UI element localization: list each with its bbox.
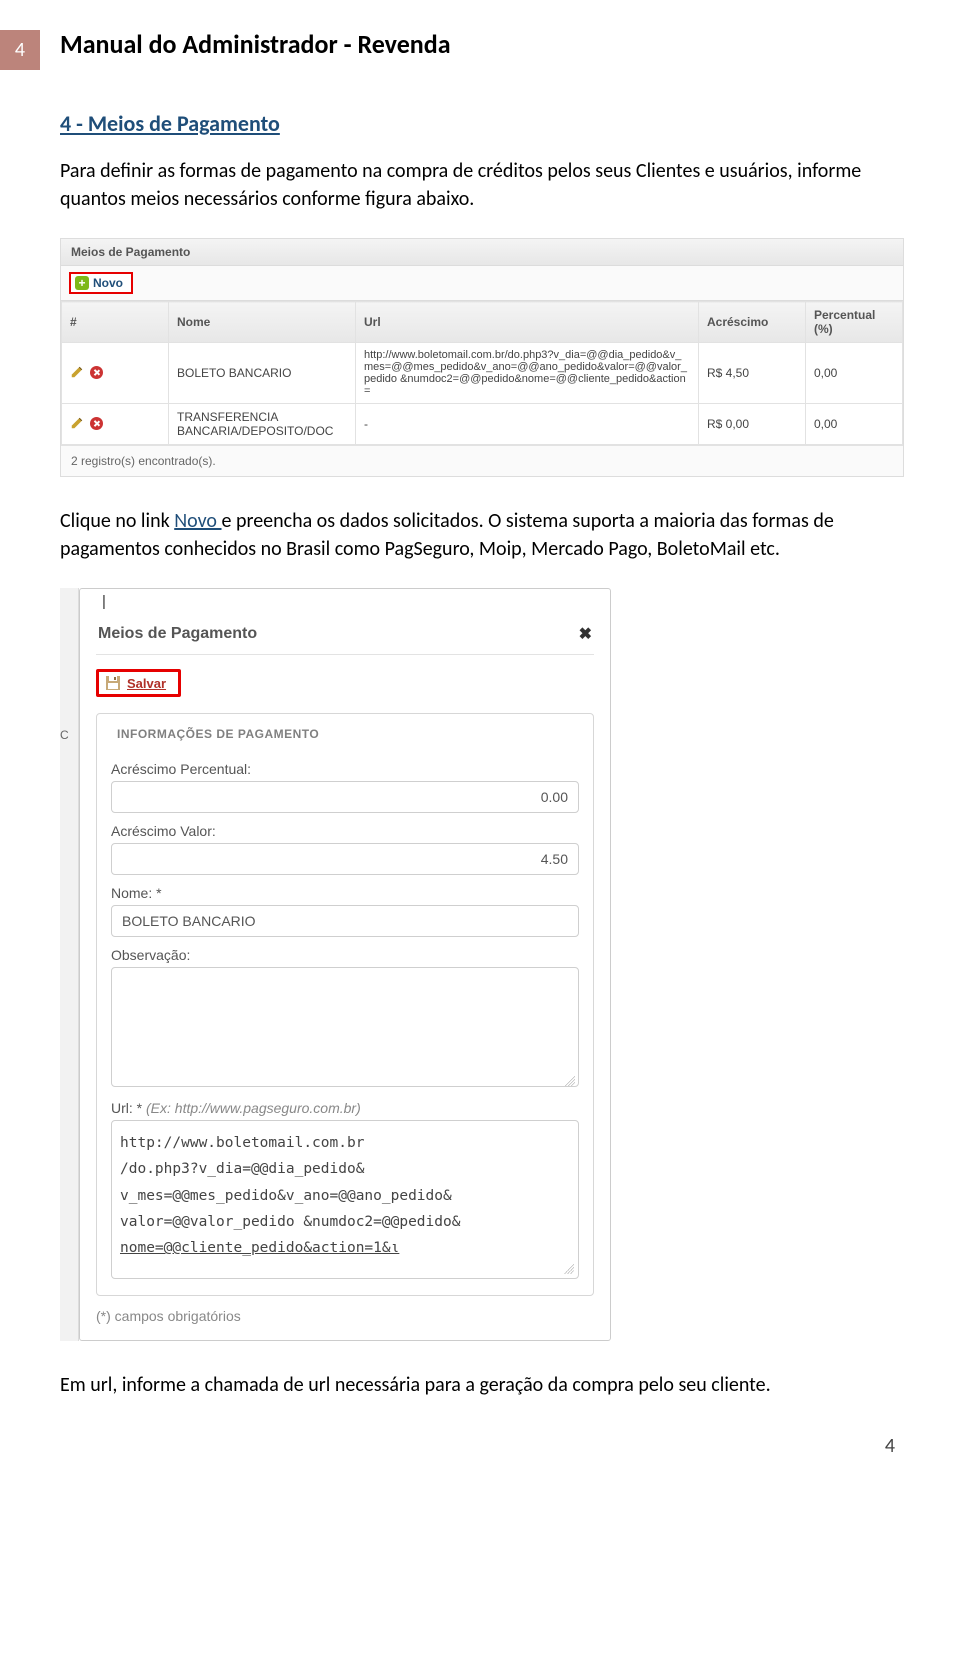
fieldset-legend: INFORMAÇÕES DE PAGAMENTO bbox=[111, 727, 325, 741]
plus-icon: + bbox=[75, 276, 89, 290]
input-acr-perc[interactable] bbox=[111, 781, 579, 813]
screenshot-listing: Meios de Pagamento + Novo # Nome Url Acr… bbox=[60, 238, 904, 477]
label-url-hint: (Ex: http://www.pagseguro.com.br) bbox=[146, 1100, 361, 1116]
floppy-icon bbox=[105, 675, 121, 691]
col-actions: # bbox=[62, 302, 169, 343]
intro-paragraph: Para definir as formas de pagamento na c… bbox=[60, 157, 905, 213]
novo-link[interactable]: Novo bbox=[174, 509, 221, 533]
url-line[interactable]: v_mes=@@mes_pedido&v_ano=@@ano_pedido& bbox=[120, 1186, 570, 1206]
novo-button-label: Novo bbox=[93, 276, 123, 290]
dialog-title: Meios de Pagamento bbox=[98, 625, 257, 643]
url-line[interactable]: valor=@@valor_pedido &numdoc2=@@pedido& bbox=[120, 1212, 570, 1232]
cell-acrescimo: R$ 4,50 bbox=[699, 343, 806, 404]
table-row: BOLETO BANCARIO http://www.boletomail.co… bbox=[62, 343, 903, 404]
closing-paragraph: Em url, informe a chamada de url necessá… bbox=[60, 1371, 905, 1399]
label-url-text: Url: * bbox=[111, 1100, 146, 1116]
cell-url: - bbox=[356, 404, 699, 445]
textarea-obs[interactable] bbox=[111, 967, 579, 1087]
input-nome[interactable] bbox=[111, 905, 579, 937]
edit-icon[interactable] bbox=[70, 416, 84, 430]
page-number-box: 4 bbox=[0, 30, 40, 70]
label-nome: Nome: * bbox=[111, 885, 579, 901]
col-nome: Nome bbox=[169, 302, 356, 343]
section-heading: 4 - Meios de Pagamento bbox=[60, 110, 905, 137]
novo-button[interactable]: + Novo bbox=[69, 272, 133, 294]
mid-text-before: Clique no link bbox=[60, 509, 174, 533]
col-acrescimo: Acréscimo bbox=[699, 302, 806, 343]
col-url: Url bbox=[356, 302, 699, 343]
cell-url: http://www.boletomail.com.br/do.php3?v_d… bbox=[356, 343, 699, 404]
url-line[interactable]: nome=@@cliente_pedido&action=1&ι bbox=[120, 1238, 570, 1258]
cell-nome: BOLETO BANCARIO bbox=[169, 343, 356, 404]
table-footer: 2 registro(s) encontrado(s). bbox=[61, 445, 903, 476]
edit-icon[interactable] bbox=[70, 365, 84, 379]
manual-title: Manual do Administrador - Revenda bbox=[60, 28, 451, 60]
cell-percentual: 0,00 bbox=[806, 404, 903, 445]
delete-icon[interactable] bbox=[90, 417, 103, 430]
required-note: (*) campos obrigatórios bbox=[96, 1308, 594, 1324]
url-line[interactable]: http://www.boletomail.com.br bbox=[120, 1133, 570, 1153]
table-row: TRANSFERENCIA BANCARIA/DEPOSITO/DOC - R$… bbox=[62, 404, 903, 445]
salvar-button[interactable]: Salvar bbox=[96, 669, 181, 697]
panel-title: Meios de Pagamento bbox=[61, 239, 903, 266]
label-acr-perc: Acréscimo Percentual: bbox=[111, 761, 579, 777]
label-url: Url: * (Ex: http://www.pagseguro.com.br) bbox=[111, 1100, 579, 1116]
label-acr-valor: Acréscimo Valor: bbox=[111, 823, 579, 839]
delete-icon[interactable] bbox=[90, 366, 103, 379]
url-line[interactable]: /do.php3?v_dia=@@dia_pedido& bbox=[120, 1159, 570, 1179]
input-acr-valor[interactable] bbox=[111, 843, 579, 875]
resize-grip-icon bbox=[564, 1264, 574, 1274]
salvar-label: Salvar bbox=[127, 676, 166, 691]
screenshot-form: | Meios de Pagamento ✖ Salvar bbox=[79, 588, 611, 1341]
cell-nome: TRANSFERENCIA BANCARIA/DEPOSITO/DOC bbox=[169, 404, 356, 445]
gutter-strip: C bbox=[60, 588, 79, 1341]
gutter-char: C bbox=[60, 728, 78, 742]
label-obs: Observação: bbox=[111, 947, 579, 963]
text-cursor: | bbox=[80, 589, 610, 610]
close-icon[interactable]: ✖ bbox=[579, 624, 592, 644]
cell-acrescimo: R$ 0,00 bbox=[699, 404, 806, 445]
col-percentual: Percentual (%) bbox=[806, 302, 903, 343]
bottom-page-number: 4 bbox=[0, 1424, 905, 1458]
cell-percentual: 0,00 bbox=[806, 343, 903, 404]
screenshot-form-wrap: C | Meios de Pagamento ✖ bbox=[60, 588, 905, 1341]
mid-paragraph: Clique no link Novo e preencha os dados … bbox=[60, 507, 905, 563]
payments-table: # Nome Url Acréscimo Percentual (%) bbox=[61, 301, 903, 445]
